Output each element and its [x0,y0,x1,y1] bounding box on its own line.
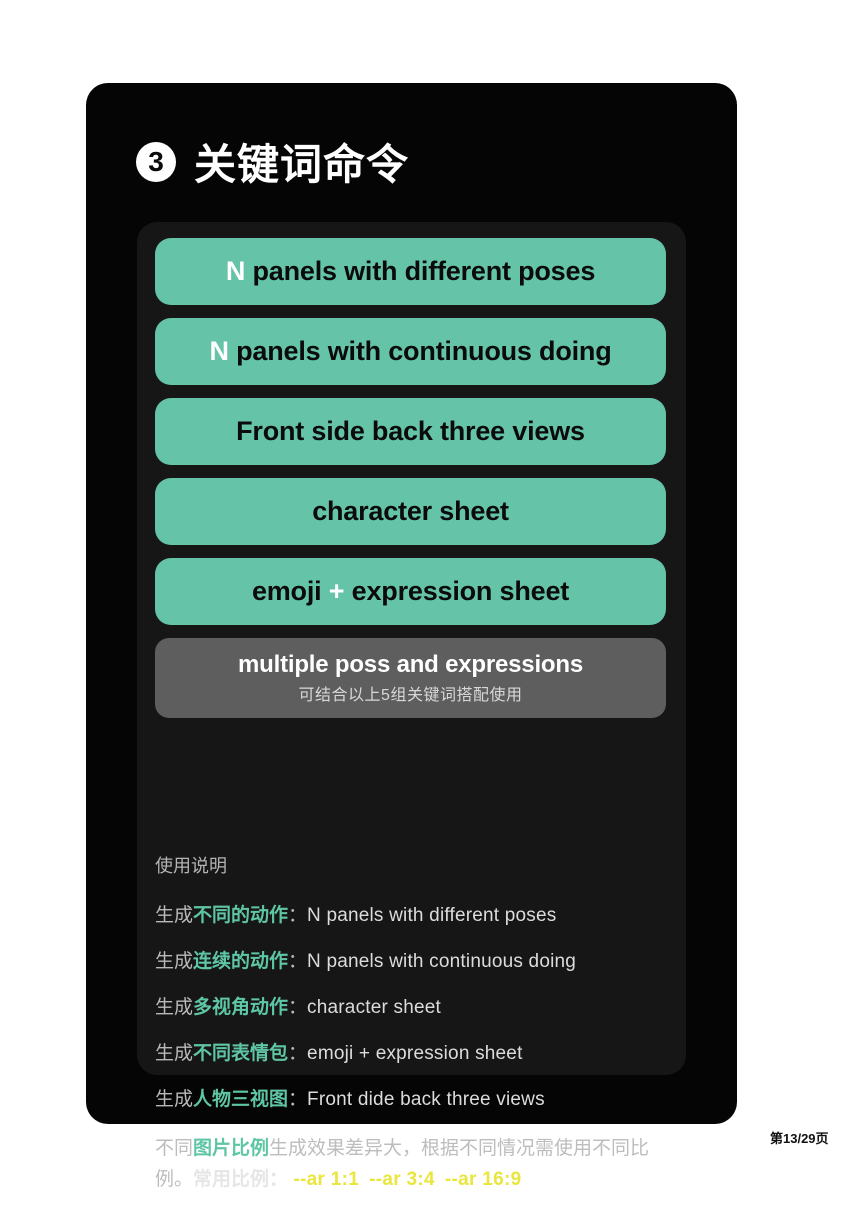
pill-body-text: emoji [251,576,329,606]
note-keyword: 不同的动作 [193,905,289,926]
note-prefix: 生成 [155,905,194,926]
note-colon: ： [288,951,308,972]
keyword-pill-label: Front side back three views [236,416,585,446]
note-keyword: 多视角动作 [193,997,289,1018]
keyword-pill-label: N panels with different poses [226,256,595,287]
aspect-ratio-note: 不同图片比例生成效果差异大，根据不同情况需使用不同比例。常用比例： --ar 1… [155,1133,670,1195]
page-number-footer: 第13/29页 [770,1131,829,1146]
note-colon: ： [288,997,308,1018]
aspect-ratio-1-1: --ar 1:1 [293,1169,360,1190]
usage-notes-title: 使用说明 [155,856,227,876]
note-prefix: 生成 [155,951,194,972]
pill-body-text: panels with continuous doing [228,336,612,366]
keyword-pill-multiple-poses[interactable]: multiple poss and expressions 可结合以上5组关键词… [155,638,666,718]
pill-body-text: panels with different poses [245,256,596,286]
keyword-pill-continuous-doing[interactable]: N panels with continuous doing [155,318,666,385]
pill-prefix-n: N [225,256,246,286]
note-para-strong: 常用比例： [193,1169,289,1190]
note-row: 生成不同的动作：N panels with different poses [155,900,670,927]
keyword-pill-label: character sheet [312,496,509,526]
pill-body-text: expression sheet [344,576,570,606]
note-value: N panels with different poses [307,905,557,926]
keyword-pill-character-sheet[interactable]: character sheet [155,478,666,545]
slide-header: 3 关键词命令 [136,131,409,192]
note-para-highlight: 图片比例 [193,1138,270,1159]
note-row: 生成不同表情包：emoji + expression sheet [155,1038,670,1065]
slide-card: 3 关键词命令 N panels with different poses N … [86,83,737,1190]
keyword-pill-label: emoji + expression sheet [252,576,569,607]
section-number-badge: 3 [136,141,176,182]
note-value: emoji + expression sheet [307,1043,523,1064]
plus-icon: + [328,576,345,606]
aspect-ratio-3-4: --ar 3:4 [369,1169,435,1190]
note-row: 生成多视角动作：character sheet [155,992,670,1019]
note-prefix: 生成 [155,997,194,1018]
note-value: Front dide back three views [307,1089,545,1110]
note-colon: ： [288,905,308,926]
note-para-part1: 不同 [155,1138,194,1159]
keyword-pill-expression-sheet[interactable]: emoji + expression sheet [155,558,666,625]
page-title: 关键词命令 [194,141,410,188]
aspect-ratio-16-9: --ar 16:9 [444,1169,522,1190]
keyword-pill-three-views[interactable]: Front side back three views [155,398,666,465]
note-value: N panels with continuous doing [307,951,577,972]
note-value: character sheet [307,997,442,1018]
usage-notes: 使用说明 生成不同的动作：N panels with different pos… [155,852,670,1195]
keyword-pill-label: N panels with continuous doing [210,336,612,367]
note-row: 生成人物三视图：Front dide back three views [155,1084,670,1111]
note-colon: ： [288,1089,308,1110]
content-panel: N panels with different poses N panels w… [137,222,686,1190]
gray-pill-sub-label: 可结合以上5组关键词搭配使用 [298,687,523,704]
note-colon: ： [288,1043,308,1064]
note-keyword: 连续的动作 [193,951,289,972]
keyword-pill-list: N panels with different poses N panels w… [155,238,666,731]
note-keyword: 不同表情包 [193,1043,289,1064]
gray-pill-main-label: multiple poss and expressions [238,651,583,678]
note-keyword: 人物三视图 [193,1089,289,1110]
note-prefix: 生成 [155,1089,194,1110]
keyword-pill-different-poses[interactable]: N panels with different poses [155,238,666,305]
note-prefix: 生成 [155,1043,194,1064]
note-row: 生成连续的动作：N panels with continuous doing [155,946,670,973]
pill-prefix-n: N [209,336,230,366]
